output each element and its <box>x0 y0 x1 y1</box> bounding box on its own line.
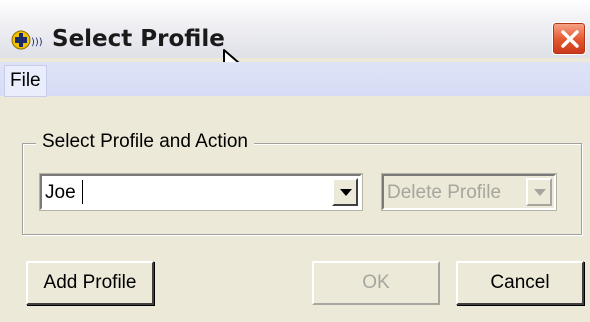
profile-dropdown-button[interactable] <box>332 178 358 206</box>
ok-button[interactable]: OK <box>312 261 440 305</box>
profile-select[interactable]: Joe <box>39 173 363 211</box>
group-legend: Select Profile and Action <box>36 131 254 153</box>
profile-select-value[interactable]: Joe <box>45 182 76 204</box>
close-button[interactable] <box>552 22 586 55</box>
text-caret <box>82 180 83 204</box>
title-bar[interactable]: ))) Select Profile <box>0 0 590 58</box>
action-dropdown-button[interactable] <box>526 178 552 206</box>
app-logo-icon: ))) <box>11 30 43 50</box>
select-profile-dialog: ))) Select Profile File Select Profile a… <box>0 0 590 322</box>
cancel-button[interactable]: Cancel <box>456 261 584 305</box>
menu-bar: File <box>0 62 590 97</box>
menu-item-file[interactable]: File <box>4 65 47 97</box>
action-select[interactable]: Delete Profile <box>381 173 557 211</box>
window-title: Select Profile <box>52 26 225 52</box>
svg-text:))): ))) <box>31 37 43 48</box>
action-select-value: Delete Profile <box>387 182 502 203</box>
chevron-down-icon <box>534 189 546 196</box>
close-icon <box>561 30 579 48</box>
add-profile-button[interactable]: Add Profile <box>26 261 154 305</box>
chevron-down-icon <box>340 189 352 196</box>
